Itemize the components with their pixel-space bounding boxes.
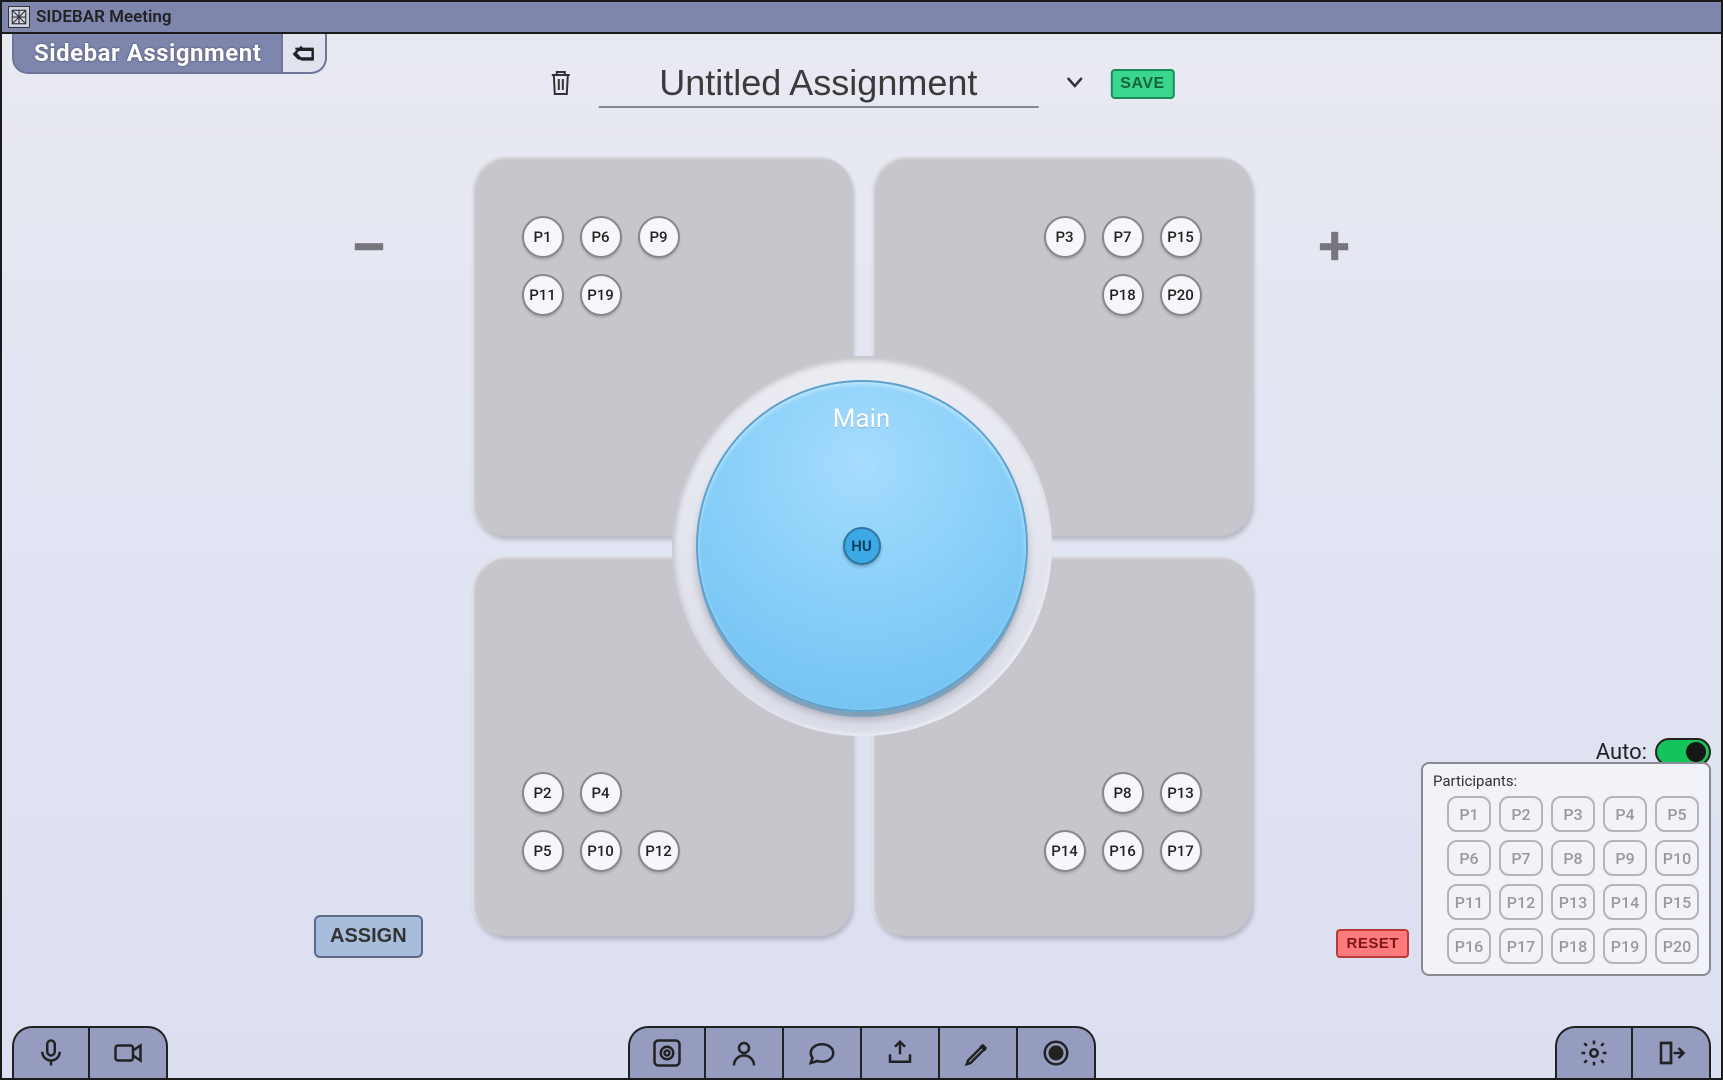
room-4-participants: P1 P6 P9 P11 P19 (522, 216, 680, 332)
participant-pool-chip[interactable]: P10 (1655, 840, 1699, 876)
center-controls (628, 1026, 1096, 1078)
exit-icon (1656, 1038, 1686, 1068)
main-room-label: Main (833, 404, 891, 434)
settings-button[interactable] (1555, 1026, 1633, 1078)
record-icon (1041, 1038, 1071, 1068)
participant-pool-chip[interactable]: P17 (1499, 928, 1543, 964)
participant-chip[interactable]: P5 (522, 830, 564, 872)
participants-panel: Participants: P1P2P3P4P5P6P7P8P9P10P11P1… (1421, 762, 1711, 976)
participant-chip[interactable]: P13 (1160, 772, 1202, 814)
mic-icon (36, 1038, 66, 1068)
annotate-button[interactable] (940, 1026, 1018, 1078)
participant-chip[interactable]: P10 (580, 830, 622, 872)
record-button[interactable] (1018, 1026, 1096, 1078)
tab-label: Sidebar Assignment (34, 39, 261, 67)
participant-chip[interactable]: P14 (1044, 830, 1086, 872)
title-bar: SIDEBAR Meeting (2, 2, 1721, 34)
assignment-canvas: P1P6P9 P11P19 4 P3P7P15 P18P20 1 P2P4 P5… (2, 76, 1721, 1016)
participant-pool-chip[interactable]: P19 (1603, 928, 1647, 964)
back-icon (291, 40, 317, 66)
participant-chip[interactable]: P16 (1102, 830, 1144, 872)
main-room-ring: Main HU (672, 356, 1052, 736)
pencil-icon (963, 1038, 993, 1068)
participant-pool-chip[interactable]: P2 (1499, 796, 1543, 832)
participant-chip[interactable]: P11 (522, 274, 564, 316)
rooms-icon (652, 1038, 682, 1068)
add-room-button[interactable] (1317, 226, 1351, 273)
participant-pool-chip[interactable]: P1 (1447, 796, 1491, 832)
participant-pool-chip[interactable]: P6 (1447, 840, 1491, 876)
participant-chip[interactable]: P12 (638, 830, 680, 872)
person-icon (729, 1038, 759, 1068)
participant-chip[interactable]: P9 (638, 216, 680, 258)
leave-button[interactable] (1633, 1026, 1711, 1078)
participant-pool-chip[interactable]: P14 (1603, 884, 1647, 920)
app-logo-icon (8, 6, 30, 28)
reset-button[interactable]: RESET (1336, 929, 1409, 958)
room-3-participants: P2 P4 P5 P10 P12 (522, 772, 680, 888)
participant-chip[interactable]: P4 (580, 772, 622, 814)
share-button[interactable] (862, 1026, 940, 1078)
participant-pool-chip[interactable]: P4 (1603, 796, 1647, 832)
participants-button[interactable] (706, 1026, 784, 1078)
participants-title: Participants: (1433, 772, 1699, 790)
participant-chip[interactable]: P19 (580, 274, 622, 316)
participant-chip[interactable]: P7 (1102, 216, 1144, 258)
participant-chip[interactable]: P1 (522, 216, 564, 258)
participant-chip[interactable]: P18 (1102, 274, 1144, 316)
participant-pool-chip[interactable]: P9 (1603, 840, 1647, 876)
participant-pool-chip[interactable]: P7 (1499, 840, 1543, 876)
window-title: SIDEBAR Meeting (36, 7, 172, 27)
camera-icon (113, 1038, 143, 1068)
participant-pool-chip[interactable]: P13 (1551, 884, 1595, 920)
participant-pool-chip[interactable]: P16 (1447, 928, 1491, 964)
room-2-participants: P8 P13 P14 P16 P17 (1044, 772, 1202, 888)
share-icon (885, 1038, 915, 1068)
participant-pool-chip[interactable]: P8 (1551, 840, 1595, 876)
camera-button[interactable] (90, 1026, 168, 1078)
right-controls (1555, 1026, 1711, 1078)
host-chip[interactable]: HU (843, 527, 881, 565)
participant-pool-chip[interactable]: P20 (1655, 928, 1699, 964)
participant-chip[interactable]: P3 (1044, 216, 1086, 258)
chat-icon (807, 1038, 837, 1068)
participant-chip[interactable]: P15 (1160, 216, 1202, 258)
room-grid: P1P6P9 P11P19 4 P3P7P15 P18P20 1 P2P4 P5… (472, 156, 1252, 936)
room-1-participants: P3 P7 P15 P18 P20 (1044, 216, 1202, 332)
participant-chip[interactable]: P2 (522, 772, 564, 814)
auto-label: Auto: (1596, 740, 1647, 765)
bottom-toolbar (2, 1016, 1721, 1078)
gear-icon (1579, 1038, 1609, 1068)
participant-pool-chip[interactable]: P5 (1655, 796, 1699, 832)
toggle-knob (1686, 742, 1706, 762)
participant-chip[interactable]: P8 (1102, 772, 1144, 814)
assign-button[interactable]: ASSIGN (314, 915, 423, 958)
remove-room-button[interactable] (352, 226, 386, 273)
participant-chip[interactable]: P17 (1160, 830, 1202, 872)
participant-pool-chip[interactable]: P15 (1655, 884, 1699, 920)
plus-icon (1317, 229, 1351, 263)
chat-button[interactable] (784, 1026, 862, 1078)
participant-pool-chip[interactable]: P3 (1551, 796, 1595, 832)
main-room[interactable]: Main HU (696, 380, 1028, 712)
participant-chip[interactable]: P6 (580, 216, 622, 258)
back-button[interactable] (283, 34, 327, 74)
av-controls (12, 1026, 168, 1078)
mic-button[interactable] (12, 1026, 90, 1078)
participant-pool-chip[interactable]: P18 (1551, 928, 1595, 964)
participant-pool-chip[interactable]: P11 (1447, 884, 1491, 920)
tab-sidebar-assignment[interactable]: Sidebar Assignment (12, 34, 283, 74)
sidebar-rooms-button[interactable] (628, 1026, 706, 1078)
participants-grid: P1P2P3P4P5P6P7P8P9P10P11P12P13P14P15P16P… (1433, 796, 1699, 964)
participant-pool-chip[interactable]: P12 (1499, 884, 1543, 920)
participant-chip[interactable]: P20 (1160, 274, 1202, 316)
minus-icon (352, 229, 386, 263)
